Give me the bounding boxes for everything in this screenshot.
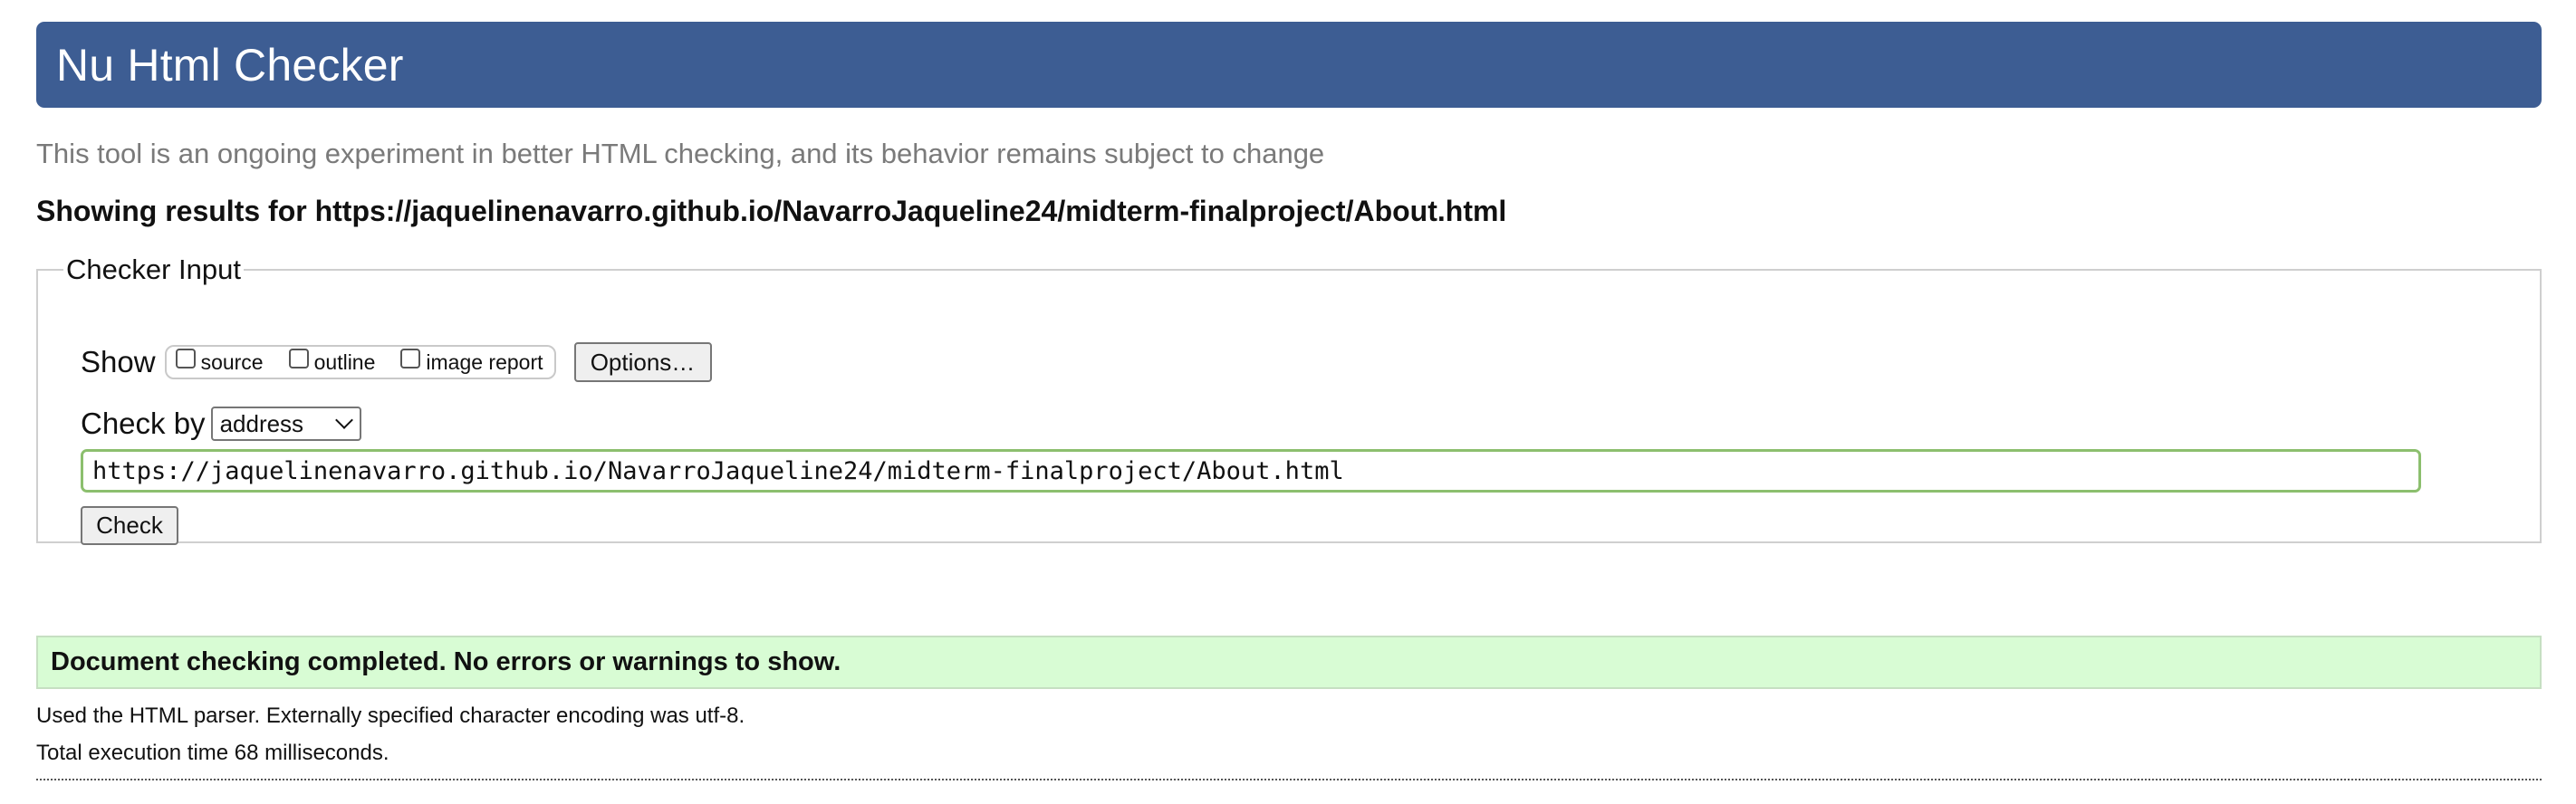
page: Nu Html Checker This tool is an ongoing …	[0, 0, 2576, 804]
option-image-report-label: image report	[426, 349, 543, 374]
page-title: Nu Html Checker	[56, 39, 404, 91]
check-by-value: address	[219, 409, 304, 437]
outline-checkbox[interactable]	[288, 349, 309, 368]
parser-info: Used the HTML parser. Externally specifi…	[36, 704, 745, 728]
show-label: Show	[81, 345, 156, 378]
header-banner: Nu Html Checker	[36, 22, 2542, 108]
checker-input-legend: Checker Input	[66, 254, 241, 285]
divider	[36, 779, 2542, 780]
option-source[interactable]: source	[175, 349, 264, 375]
checker-input-fieldset: Checker Input Show source outline image …	[36, 254, 2542, 545]
option-source-label: source	[200, 349, 264, 374]
option-outline-label: outline	[313, 349, 376, 374]
check-by-label: Check by	[81, 407, 206, 440]
success-message: Document checking completed. No errors o…	[36, 636, 2542, 689]
source-checkbox[interactable]	[175, 349, 196, 368]
check-by-row: Check by address	[81, 407, 361, 441]
check-by-select[interactable]: address	[210, 407, 361, 441]
options-button[interactable]: Options…	[573, 342, 712, 382]
url-input[interactable]: https://jaquelinenavarro.github.io/Navar…	[81, 449, 2421, 493]
show-row: Show source outline image report Options…	[81, 342, 712, 382]
option-outline[interactable]: outline	[288, 349, 376, 375]
option-image-report[interactable]: image report	[400, 349, 543, 375]
check-button[interactable]: Check	[81, 506, 178, 545]
chevron-down-icon	[334, 411, 353, 429]
show-options-group: source outline image report	[164, 345, 556, 379]
execution-time: Total execution time 68 milliseconds.	[36, 741, 389, 765]
results-heading: Showing results for https://jaquelinenav…	[36, 195, 1507, 227]
tagline: This tool is an ongoing experiment in be…	[36, 138, 1325, 169]
image-report-checkbox[interactable]	[400, 349, 421, 368]
